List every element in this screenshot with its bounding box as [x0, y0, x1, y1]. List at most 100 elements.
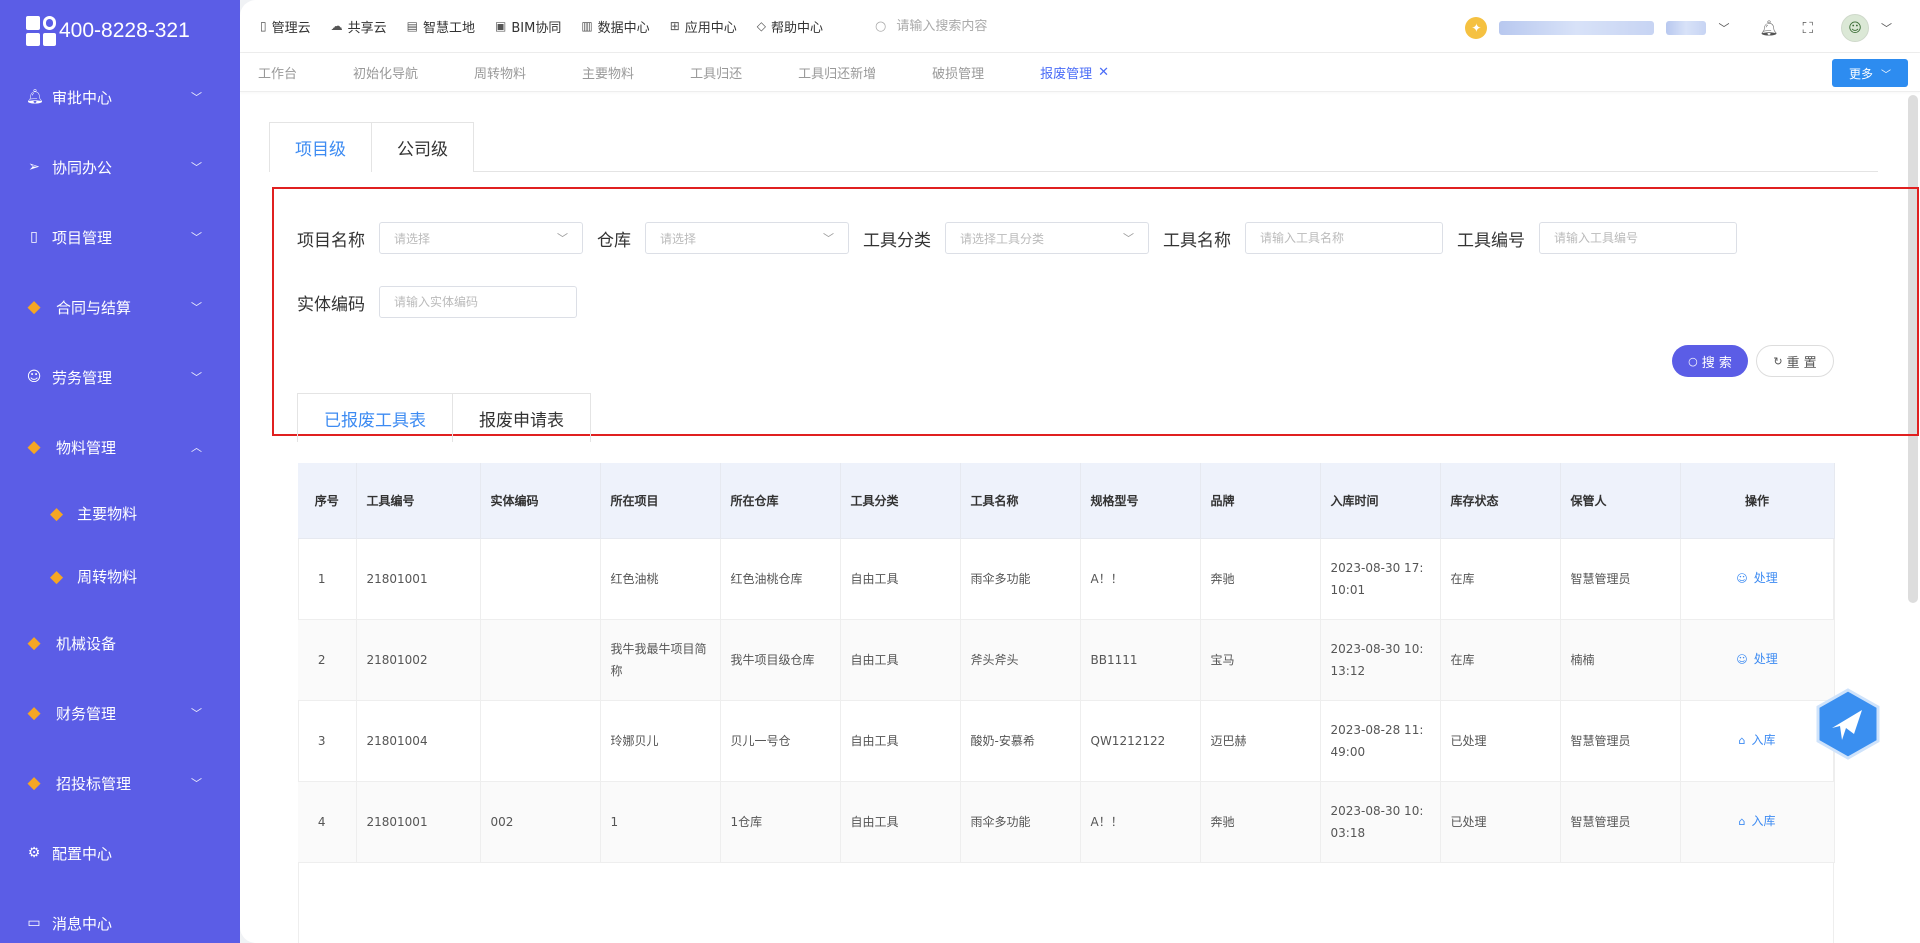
column-header: 实体编码 [480, 463, 601, 539]
table-cell: 楠楠 [1560, 619, 1681, 701]
home-icon: ⌂ [1738, 734, 1746, 747]
process-action[interactable]: ☺ 处理 [1680, 538, 1835, 620]
grid-icon: ⊞ [669, 19, 680, 33]
sidebar-item-material[interactable]: ◆ 物料管理 ︿ [0, 412, 240, 482]
stock-in-action[interactable]: ⌂ 入库 [1680, 781, 1835, 863]
table-cell: 斧头斧头 [960, 619, 1081, 701]
sidebar-item-messages[interactable]: ▭ 消息中心 [0, 888, 240, 943]
assistant-bird-icon[interactable] [1816, 688, 1880, 760]
more-button[interactable]: 更多 ﹀ [1832, 59, 1908, 87]
table-cell: 21801001 [356, 781, 481, 863]
topnav-management-cloud[interactable]: ▯ 管理云 [260, 17, 311, 36]
sidebar-item-project[interactable]: ▯ 项目管理 ﹀ [0, 202, 240, 272]
topnav-share-cloud[interactable]: ☁ 共享云 [331, 17, 387, 36]
project-name-select[interactable]: 请选择 ﹀ [379, 222, 583, 254]
topnav-data-center[interactable]: ▥ 数据中心 [581, 17, 649, 36]
chevron-down-icon: ﹀ [191, 777, 202, 790]
scrollbar[interactable] [1908, 95, 1918, 603]
cloud-icon: ☁ [330, 19, 343, 33]
close-icon[interactable]: ✕ [1098, 65, 1109, 80]
sidebar-item-finance[interactable]: ◆ 财务管理 ﹀ [0, 678, 240, 748]
chevron-down-icon: ﹀ [823, 232, 834, 245]
sidebar-subitem-main-material[interactable]: ◆ 主要物料 [0, 482, 240, 545]
topnav-app-center[interactable]: ⊞ 应用中心 [670, 17, 737, 36]
tab-scrap[interactable]: 报废管理 [1040, 63, 1092, 82]
gem-icon: ◆ [27, 297, 41, 317]
chevron-down-icon[interactable]: ﹀ [1881, 20, 1892, 36]
tab-tool-return[interactable]: 工具归还 [690, 63, 742, 82]
tab-tool-return-add[interactable]: 工具归还新增 [798, 63, 876, 82]
warehouse-label: 仓库 [597, 230, 631, 251]
building-icon: ▤ [406, 19, 418, 33]
gear-icon: ⚙ [27, 845, 41, 861]
user-company-blurred [1499, 21, 1655, 35]
warehouse-select[interactable]: 请选择 ﹀ [645, 222, 849, 254]
sidebar-item-approval[interactable]: 🔔︎ 审批中心 ﹀ [0, 62, 240, 132]
sidebar-item-config[interactable]: ⚙ 配置中心 [0, 818, 240, 888]
table-cell: 3 [298, 700, 357, 782]
table-cell: 21801001 [356, 538, 481, 620]
tab-project-level[interactable]: 项目级 [269, 122, 372, 172]
table-cell: 奔驰 [1200, 538, 1321, 620]
tab-turnover-material[interactable]: 周转物料 [474, 63, 526, 82]
stock-in-action[interactable]: ⌂ 入库 [1680, 700, 1835, 782]
coin-icon: ✦ [1465, 17, 1488, 39]
table-cell: 贝儿一号仓 [720, 700, 841, 782]
tool-code-label: 工具编号 [1457, 230, 1525, 251]
tab-main-material[interactable]: 主要物料 [582, 63, 634, 82]
avatar[interactable]: ☺ [1841, 14, 1869, 42]
table-cell [480, 538, 601, 620]
message-icon: ▭ [27, 915, 41, 931]
topnav-help-center[interactable]: ◇ 帮助中心 [757, 17, 823, 36]
table-cell: 智慧管理员 [1560, 781, 1681, 863]
tool-name-input[interactable] [1260, 231, 1428, 245]
reset-button[interactable]: ↻ 重 置 [1756, 345, 1834, 377]
user-role-blurred [1666, 21, 1707, 35]
table-cell: 4 [298, 781, 357, 863]
process-action[interactable]: ☺ 处理 [1680, 619, 1835, 701]
tab-scrap-applications[interactable]: 报废申请表 [453, 393, 591, 442]
sidebar-item-collab[interactable]: ➢ 协同办公 ﹀ [0, 132, 240, 202]
tab-scrapped-tools[interactable]: 已报废工具表 [297, 393, 453, 442]
sidebar-item-labor[interactable]: ☺ 劳务管理 ﹀ [0, 342, 240, 412]
table-cell: 雨伞多功能 [960, 538, 1081, 620]
sidebar-item-contract[interactable]: ◆ 合同与结算 ﹀ [0, 272, 240, 342]
table-cell [480, 619, 601, 701]
search-button[interactable]: ○ 搜 索 [1672, 345, 1748, 377]
table-cell: 在库 [1440, 619, 1561, 701]
chevron-down-icon[interactable]: ﹀ [1718, 20, 1729, 36]
sidebar-subitem-turnover-material[interactable]: ◆ 周转物料 [0, 545, 240, 608]
table-cell: 2023-08-28 11:49:00 [1320, 700, 1441, 782]
column-header: 操作 [1680, 463, 1835, 539]
tool-category-select[interactable]: 请选择工具分类 ﹀ [945, 222, 1149, 254]
tab-damage[interactable]: 破损管理 [932, 63, 984, 82]
tab-company-level[interactable]: 公司级 [372, 122, 474, 172]
table-cell: A！！ [1080, 781, 1201, 863]
table-cell: 我牛我最牛项目简称 [600, 619, 721, 701]
topnav-bim[interactable]: ▣ BIM协同 [495, 17, 561, 36]
page-tabs: 工作台 初始化导航 周转物料 主要物料 工具归还 工具归还新增 破损管理 报废管… [240, 53, 1920, 92]
topnav-smart-site[interactable]: ▤ 智慧工地 [407, 17, 475, 36]
tool-code-input[interactable] [1554, 231, 1722, 245]
tab-workbench[interactable]: 工作台 [258, 63, 297, 82]
search-input[interactable] [896, 18, 1197, 34]
sidebar-item-machinery[interactable]: ◆ 机械设备 [0, 608, 240, 678]
table-cell: 自由工具 [840, 619, 961, 701]
fullscreen-icon[interactable]: ⛶ [1802, 19, 1813, 37]
notification-bell-icon[interactable]: 🔔︎ [1759, 19, 1778, 37]
table-cell: 奔驰 [1200, 781, 1321, 863]
table-cell: 自由工具 [840, 538, 961, 620]
table-cell: 玲娜贝儿 [600, 700, 721, 782]
chevron-down-icon: ﹀ [191, 161, 202, 174]
user-icon: ☺ [1736, 572, 1748, 585]
chevron-down-icon: ﹀ [191, 371, 202, 384]
document-icon: ▯ [260, 19, 267, 33]
search-icon: ○ [1688, 354, 1698, 368]
entity-code-input[interactable] [394, 295, 562, 309]
home-icon: ⌂ [1738, 815, 1746, 828]
column-header: 品牌 [1200, 463, 1321, 539]
table-cell [480, 700, 601, 782]
tab-init-nav[interactable]: 初始化导航 [353, 63, 418, 82]
sidebar-item-bidding[interactable]: ◆ 招投标管理 ﹀ [0, 748, 240, 818]
scrap-table: 序号 工具编号 实体编码 所在项目 所在仓库 工具分类 工具名称 规格型号 品牌… [298, 463, 1835, 863]
